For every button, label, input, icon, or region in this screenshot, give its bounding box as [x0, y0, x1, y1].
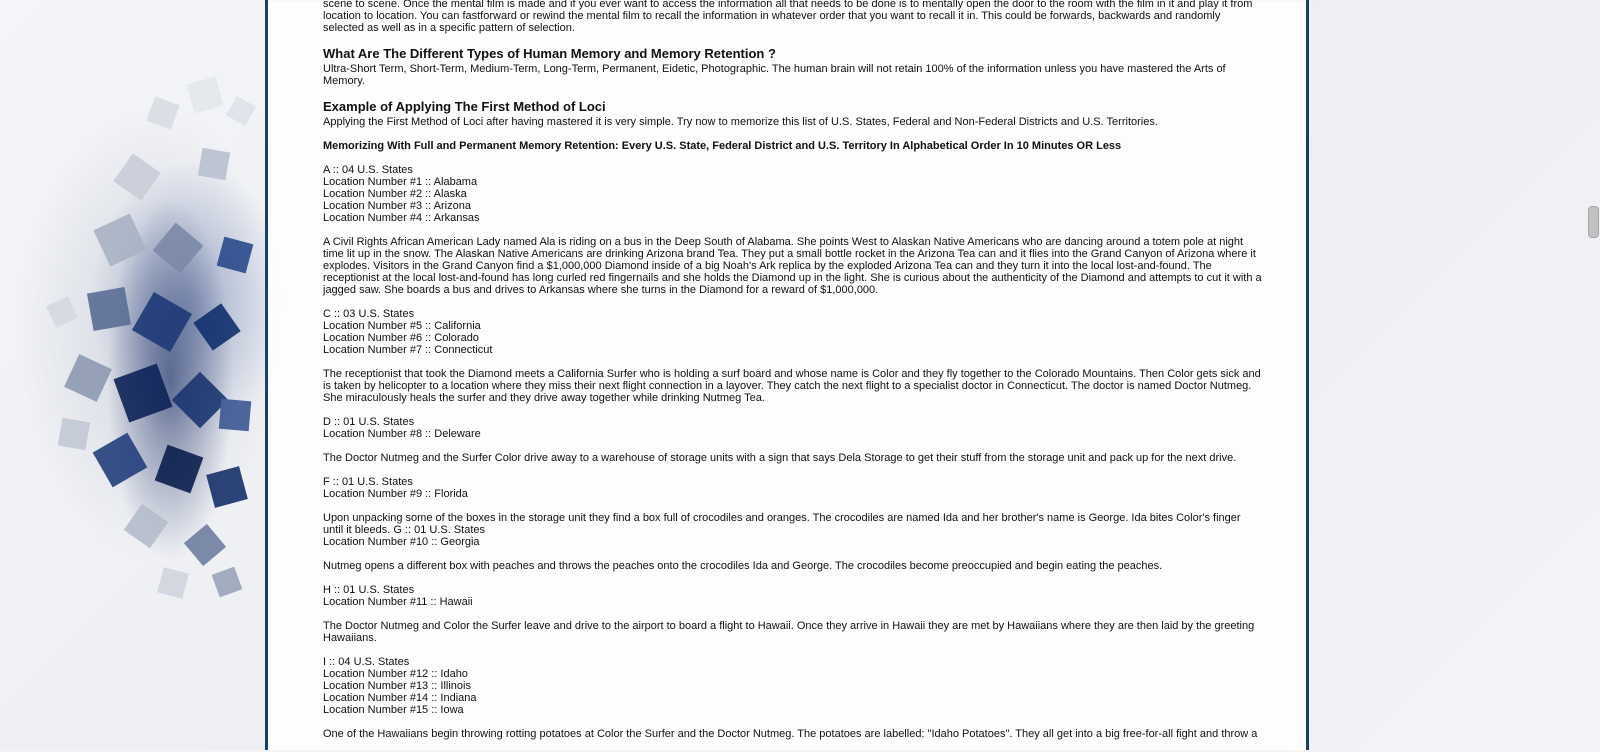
list-item: Location Number #10 :: Georgia [323, 536, 480, 548]
list-item: Location Number #8 :: Deleware [323, 428, 481, 440]
list-item: Location Number #1 :: Alabama [323, 176, 478, 188]
list-item: Location Number #7 :: Connecticut [323, 344, 493, 356]
list-item: Location Number #3 :: Arizona [323, 200, 471, 212]
example-paragraph: Applying the First Method of Loci after … [323, 116, 1158, 128]
story-h: The Doctor Nutmeg and Color the Surfer l… [323, 620, 1255, 644]
group-c: C :: 03 U.S. States Location Number #5 :… [323, 308, 1263, 356]
story-g: Nutmeg opens a different box with peache… [323, 560, 1163, 572]
story-d: The Doctor Nutmeg and the Surfer Color d… [323, 452, 1237, 464]
memorizing-title: Memorizing With Full and Permanent Memor… [323, 140, 1122, 152]
group-d: D :: 01 U.S. States Location Number #8 :… [323, 416, 1263, 440]
list-item: Location Number #15 :: Iowa [323, 704, 464, 716]
list-item: A :: 04 U.S. States [323, 164, 413, 176]
list-item: Location Number #2 :: Alaska [323, 188, 467, 200]
list-item: H :: 01 U.S. States [323, 584, 415, 596]
story-c: The receptionist that took the Diamond m… [323, 368, 1261, 404]
scrollbar-thumb[interactable] [1588, 206, 1599, 238]
story-f-block: Upon unpacking some of the boxes in the … [323, 512, 1263, 548]
list-item: Location Number #6 :: Colorado [323, 332, 479, 344]
group-h: H :: 01 U.S. States Location Number #11 … [323, 584, 1263, 608]
list-item: C :: 03 U.S. States [323, 308, 415, 320]
heading-example: Example of Applying The First Method of … [323, 99, 606, 114]
list-item: Location Number #13 :: Illinois [323, 680, 471, 692]
list-item: D :: 01 U.S. States [323, 416, 415, 428]
story-a: A Civil Rights African American Lady nam… [323, 236, 1262, 296]
intro-paragraph: photographic memory. By recalling the mo… [323, 0, 1253, 34]
heading-memory-types: What Are The Different Types of Human Me… [323, 46, 776, 61]
group-i: I :: 04 U.S. States Location Number #12 … [323, 656, 1263, 716]
list-item: Location Number #14 :: Indiana [323, 692, 477, 704]
list-item: I :: 04 U.S. States [323, 656, 410, 668]
group-a: A :: 04 U.S. States Location Number #1 :… [323, 164, 1263, 224]
story-f: Upon unpacking some of the boxes in the … [323, 512, 1241, 536]
list-item: Location Number #4 :: Arkansas [323, 212, 480, 224]
memory-types-paragraph: Ultra-Short Term, Short-Term, Medium-Ter… [323, 63, 1226, 87]
list-item: F :: 01 U.S. States [323, 476, 413, 488]
group-f: F :: 01 U.S. States Location Number #9 :… [323, 476, 1263, 500]
list-item: Location Number #11 :: Hawaii [323, 596, 473, 608]
list-item: Location Number #5 :: California [323, 320, 481, 332]
vertical-scrollbar[interactable] [1586, 0, 1600, 750]
list-item: Location Number #9 :: Florida [323, 488, 468, 500]
decorative-squares-art [46, 76, 257, 599]
article-panel: photographic memory. By recalling the mo… [265, 0, 1309, 750]
article-body: photographic memory. By recalling the mo… [323, 0, 1263, 752]
list-item: Location Number #12 :: Idaho [323, 668, 468, 680]
story-i: One of the Hawaiians begin throwing rott… [323, 728, 1258, 740]
